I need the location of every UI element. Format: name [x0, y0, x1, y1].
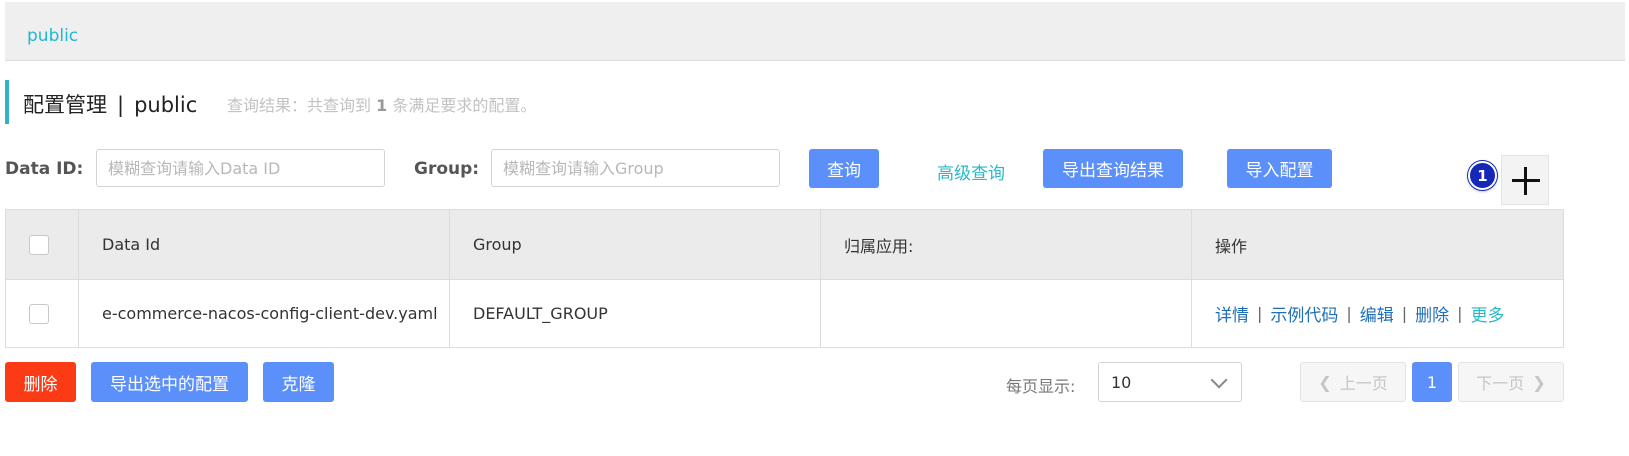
group-input[interactable]	[491, 149, 780, 187]
action-separator: |	[1457, 304, 1463, 323]
query-button[interactable]: 查询	[809, 149, 879, 188]
prev-page-label: 上一页	[1339, 374, 1388, 393]
current-page-button[interactable]: 1	[1412, 362, 1452, 402]
add-config-button[interactable]	[1501, 155, 1549, 205]
import-config-button[interactable]: 导入配置	[1227, 149, 1332, 188]
row-checkbox-cell	[6, 280, 79, 347]
action-edit-link[interactable]: 编辑	[1360, 301, 1394, 326]
namespace-bar: public	[5, 2, 1625, 61]
chevron-down-icon	[1210, 371, 1228, 389]
action-delete-link[interactable]: 删除	[1415, 301, 1449, 326]
next-page-button[interactable]: 下一页 ❯	[1458, 362, 1564, 402]
next-page-label: 下一页	[1476, 374, 1525, 393]
title-accent-bar	[5, 80, 9, 124]
prev-page-button[interactable]: ❮ 上一页	[1300, 362, 1406, 402]
summary-suffix: 条满足要求的配置。	[392, 96, 537, 115]
cell-actions: 详情 | 示例代码 | 编辑 | 删除 | 更多	[1192, 280, 1563, 347]
chevron-left-icon: ❮	[1318, 372, 1332, 392]
page-title-namespace: public	[134, 93, 198, 117]
page-title-text: 配置管理	[23, 93, 107, 117]
summary-count: 1	[376, 96, 388, 115]
select-all-checkbox[interactable]	[29, 234, 49, 255]
cell-data-id: e-commerce-nacos-config-client-dev.yaml	[79, 280, 450, 347]
table-header: Data Id Group 归属应用: 操作	[6, 210, 1563, 280]
page-size-label: 每页显示:	[1006, 377, 1076, 396]
row-checkbox[interactable]	[29, 303, 49, 324]
page-size-select[interactable]: 10	[1098, 362, 1242, 402]
action-details-link[interactable]: 详情	[1215, 301, 1249, 326]
cell-group: DEFAULT_GROUP	[450, 280, 821, 347]
export-selected-button[interactable]: 导出选中的配置	[91, 362, 248, 402]
data-id-input[interactable]	[96, 149, 385, 187]
action-more-link[interactable]: 更多	[1471, 301, 1505, 326]
data-id-label: Data ID:	[5, 159, 84, 179]
clone-button[interactable]: 克隆	[263, 362, 334, 402]
column-header-group[interactable]: Group	[450, 210, 821, 279]
bulk-delete-button[interactable]: 删除	[5, 362, 76, 402]
column-header-actions: 操作	[1215, 236, 1248, 256]
action-separator: |	[1346, 304, 1352, 323]
title-separator: |	[117, 93, 125, 117]
action-separator: |	[1257, 304, 1263, 323]
action-sample-code-link[interactable]: 示例代码	[1270, 301, 1338, 326]
query-summary: 查询结果：共查询到 1 条满足要求的配置。	[227, 92, 536, 116]
page-size-value: 10	[1111, 373, 1132, 392]
column-header-app[interactable]: 归属应用:	[821, 210, 1192, 279]
advanced-query-link[interactable]: 高级查询	[937, 159, 1005, 184]
group-label: Group:	[414, 159, 480, 179]
cell-app	[821, 280, 1192, 347]
namespace-item-public[interactable]: public	[27, 26, 78, 46]
header-checkbox-cell	[6, 210, 79, 279]
export-results-button[interactable]: 导出查询结果	[1043, 149, 1183, 188]
annotation-badge: 1	[1468, 161, 1497, 190]
summary-prefix: 查询结果：共查询到	[227, 96, 372, 115]
column-header-data-id[interactable]: Data Id	[79, 210, 450, 279]
table-row: e-commerce-nacos-config-client-dev.yaml …	[6, 280, 1563, 347]
config-table: Data Id Group 归属应用: 操作 e-commerce-nacos-…	[5, 209, 1564, 348]
action-separator: |	[1401, 304, 1408, 323]
chevron-right-icon: ❯	[1532, 372, 1546, 392]
page-title: 配置管理 | public	[23, 89, 197, 119]
